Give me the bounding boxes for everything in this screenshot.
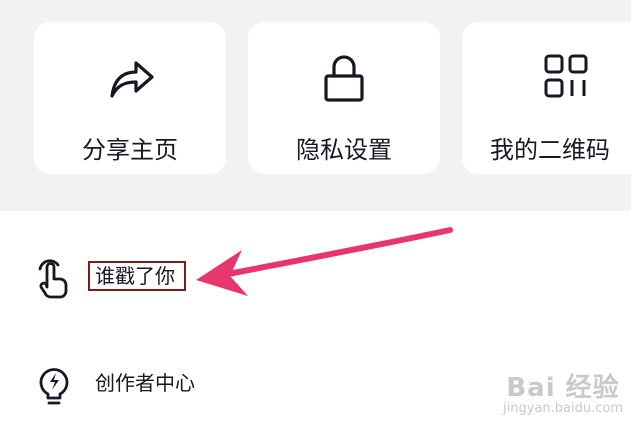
share-homepage-label: 分享主页 [82, 136, 178, 164]
privacy-settings-button[interactable]: 隐私设置 [248, 22, 440, 174]
share-icon [110, 61, 154, 98]
who-poked-you-label: 谁戳了你 [95, 264, 175, 288]
qr-code-icon [544, 54, 588, 98]
watermark-logo: Bai 经验 jingyan.baidu.com [503, 374, 623, 416]
quick-actions-panel: 分享主页 隐私设置 我的二维码 [0, 0, 631, 211]
lightbulb-icon [39, 368, 69, 405]
privacy-settings-label: 隐私设置 [296, 136, 392, 164]
watermark-url: jingyan.baidu.com [503, 401, 623, 416]
lock-icon [324, 55, 364, 102]
menu-item-who-poked-you[interactable]: 谁戳了你 [0, 247, 631, 307]
poke-hand-icon [38, 259, 68, 299]
my-qr-code-button[interactable]: 我的二维码 [462, 22, 631, 174]
creator-center-label: 创作者中心 [95, 371, 195, 395]
my-qr-code-label: 我的二维码 [490, 136, 610, 164]
watermark-main: Bai 经验 [506, 373, 620, 403]
share-homepage-button[interactable]: 分享主页 [34, 22, 226, 174]
